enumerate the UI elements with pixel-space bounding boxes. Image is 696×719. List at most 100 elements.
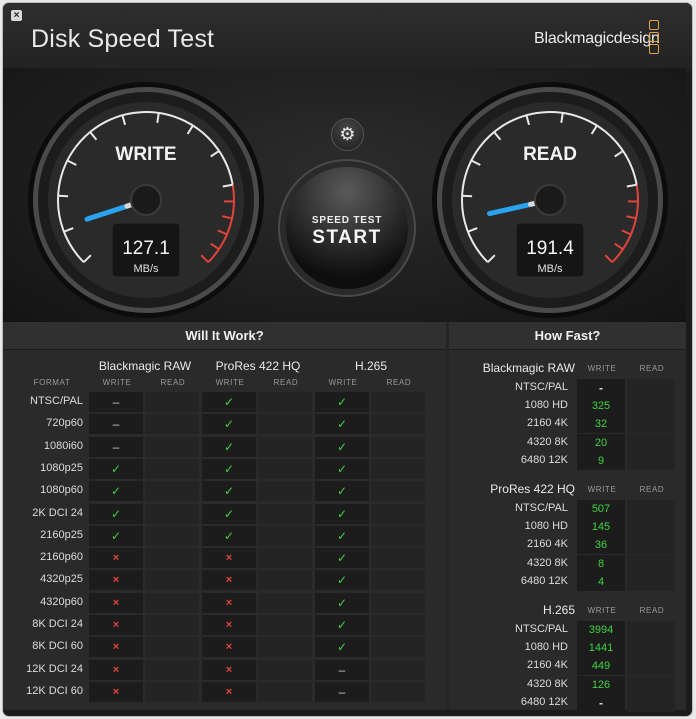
- read-status-cell: [371, 481, 425, 502]
- write-column-header: WRITE: [587, 485, 617, 494]
- table-row: 1080p60 ✓ ✓ ✓: [3, 481, 446, 502]
- read-fps-cell: [627, 415, 675, 434]
- gauge-value: 127.1: [122, 238, 170, 259]
- write-fps-value: 4: [577, 572, 625, 591]
- write-fps-value: -: [577, 379, 625, 397]
- close-button[interactable]: ×: [11, 10, 22, 21]
- codec-header: ProRes 422 HQ: [215, 359, 301, 373]
- table-row: 2K DCI 24 ✓ ✓ ✓: [3, 503, 446, 524]
- write-status-no: ×: [89, 659, 143, 680]
- start-button-label: START: [312, 227, 382, 248]
- group-title: Blackmagic RAW: [482, 361, 575, 375]
- resolution-label: 2160 4K: [527, 659, 568, 672]
- read-status-cell: [371, 525, 425, 546]
- write-status-no: ×: [89, 637, 143, 658]
- read-status-cell: [258, 392, 312, 412]
- write-status-ok: ✓: [89, 481, 143, 502]
- read-status-cell: [145, 481, 199, 502]
- list-item: NTSC/PAL 507: [449, 500, 686, 518]
- gauge-hub: [534, 184, 566, 216]
- read-status-cell: [258, 659, 312, 680]
- gauge-unit: MB/s: [133, 263, 159, 275]
- read-fps-cell: [627, 657, 675, 676]
- write-status-no: ×: [89, 681, 143, 702]
- read-status-cell: [145, 548, 199, 569]
- write-status-na: –: [89, 392, 143, 412]
- resolution-label: 1080 HD: [524, 520, 568, 533]
- read-status-cell: [258, 570, 312, 591]
- write-fps-value: 145: [577, 518, 625, 537]
- write-status-ok: ✓: [315, 436, 369, 457]
- resolution-label: 6480 12K: [520, 453, 568, 466]
- table-row: 4320p60 × × ✓: [3, 592, 446, 613]
- list-item: 4320 8K 126: [449, 675, 686, 694]
- settings-button[interactable]: ⚙: [331, 118, 364, 151]
- write-column-header: WRITE: [328, 378, 358, 387]
- write-status-ok: ✓: [315, 637, 369, 658]
- table-row: 8K DCI 24 × × ✓: [3, 615, 446, 635]
- read-fps-cell: [627, 451, 675, 470]
- table-row: 720p60– ✓ ✓: [3, 414, 446, 435]
- list-item: 6480 12K 9: [449, 451, 686, 470]
- gauge-value: 191.4: [526, 238, 574, 259]
- read-fps-cell: [627, 621, 675, 639]
- write-status-ok: ✓: [315, 548, 369, 569]
- write-status-no: ×: [89, 570, 143, 591]
- read-status-cell: [371, 414, 425, 435]
- write-fps-value: 507: [577, 500, 625, 518]
- read-status-cell: [145, 659, 199, 680]
- codec-header: Blackmagic RAW: [98, 359, 192, 373]
- write-fps-value: 449: [577, 657, 625, 676]
- write-status-ok: ✓: [202, 503, 256, 524]
- gauge-label: READ: [523, 144, 577, 165]
- read-fps-cell: [627, 379, 675, 397]
- list-item: 1080 HD 325: [449, 397, 686, 416]
- resolution-label: 6480 12K: [520, 695, 568, 708]
- group-title: H.265: [542, 603, 575, 617]
- write-status-ok: ✓: [89, 525, 143, 546]
- write-fps-value: 8: [577, 554, 625, 573]
- read-status-cell: [145, 525, 199, 546]
- table-row: 12K DCI 24 × × –: [3, 659, 446, 680]
- resolution-label: NTSC/PAL: [515, 381, 568, 393]
- list-item: NTSC/PAL -: [449, 379, 686, 397]
- start-button[interactable]: SPEED TEST START: [286, 167, 408, 289]
- format-label: 720p60: [46, 417, 83, 430]
- write-status-ok: ✓: [315, 615, 369, 635]
- read-column-header: READ: [273, 378, 299, 387]
- write-fps-value: 1441: [577, 639, 625, 658]
- format-label: 8K DCI 24: [32, 618, 83, 630]
- write-fps-value: 9: [577, 451, 625, 470]
- read-fps-cell: [627, 433, 675, 452]
- write-status-no: ×: [202, 637, 256, 658]
- write-status-ok: ✓: [315, 592, 369, 613]
- read-status-cell: [145, 414, 199, 435]
- brand-logo-icon: [649, 20, 659, 56]
- will-it-work-panel: Will It Work? Blackmagic RAW WRITE READ Pro…: [3, 322, 446, 710]
- read-column-header: READ: [386, 378, 412, 387]
- read-status-cell: [258, 525, 312, 546]
- write-column-header: WRITE: [587, 364, 617, 373]
- read-status-cell: [258, 637, 312, 658]
- gear-icon: ⚙: [339, 124, 356, 144]
- format-label: 4320p25: [40, 573, 83, 586]
- write-status-no: ×: [202, 548, 256, 569]
- read-fps-cell: [627, 639, 675, 658]
- resolution-label: 1080 HD: [524, 399, 568, 412]
- start-button-caption: SPEED TEST: [311, 215, 383, 226]
- read-status-cell: [258, 681, 312, 702]
- read-status-cell: [145, 637, 199, 658]
- how-fast-title: How Fast?: [449, 322, 686, 350]
- table-row: 2160p25 ✓ ✓ ✓: [3, 525, 446, 546]
- list-item: 2160 4K 449: [449, 657, 686, 676]
- format-label: 8K DCI 60: [32, 640, 83, 653]
- read-status-cell: [145, 615, 199, 635]
- read-fps-cell: [627, 500, 675, 518]
- resolution-label: 4320 8K: [527, 435, 568, 448]
- resolution-label: 6480 12K: [520, 574, 568, 587]
- write-fps-value: 32: [577, 415, 625, 434]
- will-it-work-title: Will It Work?: [3, 322, 446, 350]
- write-status-no: ×: [89, 615, 143, 635]
- write-status-na: –: [89, 414, 143, 435]
- format-label: NTSC/PAL: [30, 395, 83, 407]
